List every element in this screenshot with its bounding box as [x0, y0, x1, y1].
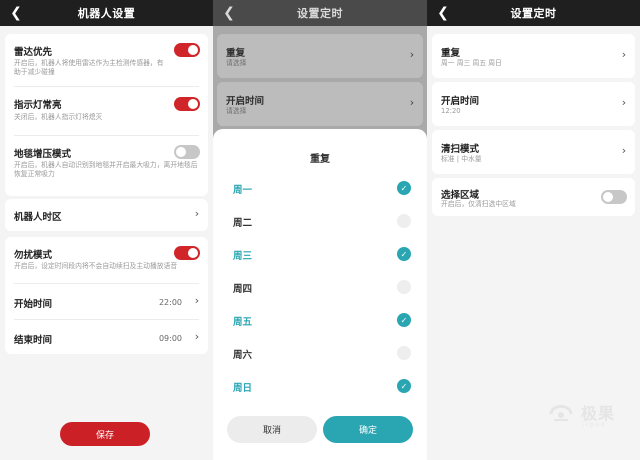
chevron-right-icon: ›: [621, 96, 627, 109]
repeat-value: 周一 周三 周五 周日: [441, 59, 502, 67]
carpet-boost-row: 地毯增压模式 开启后，机器人自动识别到地毯并开启最大吸力，离开地毯后恢复正常吸力: [5, 136, 208, 196]
radar-priority-desc: 开启后，机器人将使用雷达作为主检测传感器，有助于减少碰撞: [14, 59, 164, 76]
day-option-label: 周四: [233, 284, 253, 295]
open-time-label: 开启时间: [226, 96, 265, 107]
day-option-label: 周六: [233, 350, 253, 361]
watermark-logo-icon: [549, 405, 573, 421]
chevron-left-icon[interactable]: ❮: [8, 4, 24, 22]
checkmark-icon[interactable]: ✓: [397, 379, 411, 393]
checkmark-icon[interactable]: ✓: [397, 181, 411, 195]
chevron-right-icon: ›: [194, 207, 200, 220]
radar-priority-row: 雷达优先 开启后，机器人将使用雷达作为主检测传感器，有助于减少碰撞: [5, 34, 208, 86]
watermark: 极果 jiguo: [546, 396, 626, 436]
repeat-sub: 请选择: [226, 59, 247, 67]
repeat-label: 重复: [226, 48, 246, 59]
chevron-right-icon: ›: [621, 144, 627, 157]
top-bar: ❮ 机器人设置: [0, 0, 213, 26]
cancel-button[interactable]: 取消: [227, 416, 317, 443]
confirm-button[interactable]: 确定: [323, 416, 413, 443]
checkmark-icon[interactable]: ✓: [397, 313, 411, 327]
open-time-value: 12:20: [441, 107, 461, 115]
indicator-light-row: 指示灯常亮 关闭后，机器人指示灯将熄灭: [5, 87, 208, 134]
save-button[interactable]: 保存: [60, 422, 150, 446]
dnd-label: 勿扰模式: [14, 250, 53, 261]
repeat-bottom-sheet: 重复 周一 ✓ 周二周三 ✓ 周四周五 ✓ 周六周日 ✓ 取消 确定: [213, 129, 427, 460]
unchecked-circle-icon[interactable]: [397, 346, 411, 360]
end-time-value: 09:00: [158, 334, 182, 343]
select-area-desc: 开启后，仅清扫选中区域: [441, 200, 516, 208]
repeat-label: 重复: [441, 48, 461, 59]
top-bar: ❮ 设置定时: [427, 0, 640, 26]
chevron-left-icon[interactable]: ❮: [435, 4, 451, 22]
timezone-label: 机器人时区: [14, 212, 62, 223]
start-time-label: 开始时间: [14, 299, 53, 310]
sheet-title: 重复: [310, 154, 330, 165]
day-option-label: 周一: [233, 185, 253, 196]
select-area-toggle[interactable]: [601, 190, 627, 204]
open-time-label: 开启时间: [441, 96, 480, 107]
day-option-label: 周五: [233, 317, 253, 328]
page-title: 设置定时: [510, 7, 557, 20]
dnd-toggle[interactable]: [174, 246, 200, 260]
chevron-right-icon: ›: [621, 48, 627, 61]
chevron-right-icon: ›: [194, 330, 200, 343]
dnd-desc: 开启后，设定时间段内将不会自动续扫及主动播放语音: [14, 262, 178, 270]
select-area-label: 选择区域: [441, 190, 480, 201]
page-title: 机器人设置: [77, 7, 136, 20]
chevron-right-icon: ›: [194, 294, 200, 307]
indicator-light-desc: 关闭后，机器人指示灯将熄灭: [14, 113, 103, 121]
select-area-row: 选择区域 开启后，仅清扫选中区域: [432, 178, 635, 216]
timer-settings-screen: ❮ 设置定时 重复 周一 周三 周五 周日 › 开启时间 12:20 › 清扫模…: [427, 0, 640, 460]
unchecked-circle-icon[interactable]: [397, 214, 411, 228]
day-option-label: 周日: [233, 383, 253, 394]
repeat-picker-screen: ❮ 设置定时 重复 请选择 › 开启时间 请选择 › 重复 周一 ✓ 周二周三 ✓ 周四…: [213, 0, 427, 460]
page-title: 设置定时: [297, 7, 343, 20]
start-time-value: 22:00: [158, 298, 182, 307]
carpet-boost-label: 地毯增压模式: [14, 149, 72, 160]
robot-settings-screen: ❮ 机器人设置 雷达优先 开启后，机器人将使用雷达作为主检测传感器，有助于减少碰…: [0, 0, 213, 460]
clean-mode-value: 标准 | 中水量: [441, 155, 482, 163]
indicator-light-label: 指示灯常亮: [14, 100, 62, 111]
clean-mode-row[interactable]: 清扫模式 标准 | 中水量 ›: [432, 130, 635, 174]
chevron-right-icon: ›: [409, 48, 415, 61]
top-bar: ❮ 设置定时: [213, 0, 427, 26]
watermark-sub: jiguo: [582, 421, 607, 428]
open-time-row[interactable]: 开启时间 请选择 ›: [217, 82, 423, 126]
day-option-label: 周二: [233, 218, 253, 229]
radar-priority-toggle[interactable]: [174, 43, 200, 57]
carpet-boost-desc: 开启后，机器人自动识别到地毯并开启最大吸力，离开地毯后恢复正常吸力: [14, 161, 198, 178]
dnd-row: 勿扰模式 开启后，设定时间段内将不会自动续扫及主动播放语音: [5, 237, 208, 282]
chevron-left-icon[interactable]: ❮: [221, 4, 237, 22]
repeat-row[interactable]: 重复 请选择 ›: [217, 34, 423, 78]
open-time-sub: 请选择: [226, 107, 247, 115]
carpet-boost-toggle[interactable]: [174, 145, 200, 159]
end-time-label: 结束时间: [14, 335, 53, 346]
settings-card-toggles: 雷达优先 开启后，机器人将使用雷达作为主检测传感器，有助于减少碰撞 指示灯常亮 …: [5, 34, 208, 196]
radar-priority-label: 雷达优先: [14, 47, 53, 58]
do-not-disturb-card: 勿扰模式 开启后，设定时间段内将不会自动续扫及主动播放语音 开始时间 22:00…: [5, 237, 208, 354]
unchecked-circle-icon[interactable]: [397, 280, 411, 294]
chevron-right-icon: ›: [409, 96, 415, 109]
clean-mode-label: 清扫模式: [441, 144, 480, 155]
checkmark-icon[interactable]: ✓: [397, 247, 411, 261]
indicator-light-toggle[interactable]: [174, 97, 200, 111]
start-time-row[interactable]: 开始时间 22:00 ›: [5, 284, 208, 319]
open-time-row[interactable]: 开启时间 12:20 ›: [432, 82, 635, 126]
timezone-row[interactable]: 机器人时区 ›: [5, 199, 208, 231]
end-time-row[interactable]: 结束时间 09:00 ›: [5, 320, 208, 354]
day-option-label: 周三: [233, 251, 253, 262]
repeat-row[interactable]: 重复 周一 周三 周五 周日 ›: [432, 34, 635, 78]
